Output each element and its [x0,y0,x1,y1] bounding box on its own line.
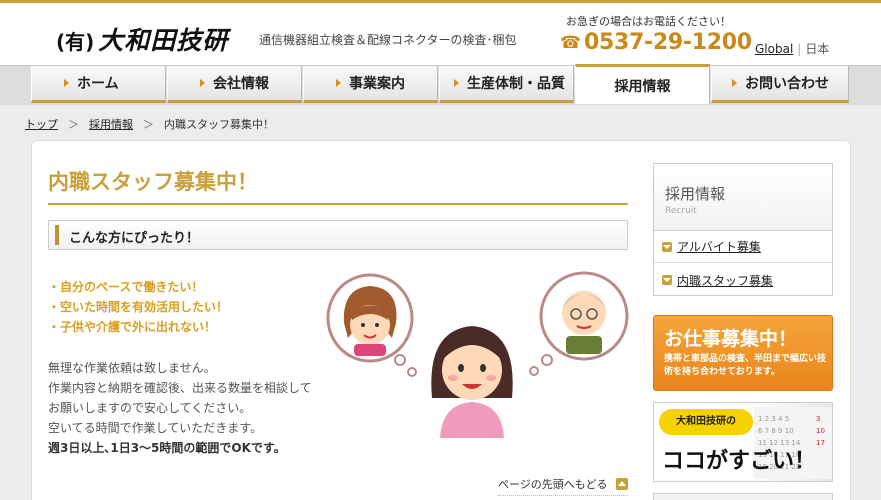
thought-bubble-elder [529,271,629,376]
heading-bar [55,225,59,245]
sidebar-banner-partial[interactable] [653,493,833,500]
description-emphasis: 週3日以上､1日3～5時間の範囲でOKです。 [48,441,286,455]
svg-text:6 7 8 9 10: 6 7 8 9 10 [758,427,794,435]
svg-text:10: 10 [816,427,825,435]
feature-item: ・空いた時間を有効活用したい！ [48,300,229,314]
nav-contact[interactable]: お問い合わせ [711,66,849,103]
site-logo[interactable]: (有) 大和田技研 [56,21,228,57]
nav-label: 生産体制・品質 [467,76,565,92]
title-divider [48,203,628,205]
call-prompt: お急ぎの場合はお電話ください！ [566,15,731,28]
global-nav: ホーム 会社情報 事業案内 生産体制・品質 採用情報 お問い合わせ [0,64,881,105]
lang-japan-link[interactable]: 日本 [805,42,829,56]
breadcrumb-recruit[interactable]: 採用情報 [89,118,133,131]
feature-list: ・自分のペースで働きたい！ ・空いた時間を有効活用したい！ ・子供や介護で外に出… [48,277,228,337]
page-top-label: ページの先頭へもどる [498,478,608,491]
sidebar-item-label: アルバイト募集 [677,240,761,254]
chevron-down-icon [662,275,672,285]
banner-badge: 大和田技研の [659,409,753,435]
staff-illustration [326,271,629,438]
page-top-link[interactable]: ページの先頭へもどる [498,476,628,496]
arrow-up-icon [615,478,628,490]
banner-heading: お仕事募集中！ [664,328,798,350]
banner-heading: ココがすごい！ [662,449,817,474]
description: 無理な作業依頼は致しません。 作業内容と納期を確認後、出来る数量を相談して お願… [48,358,328,458]
sidebar-recruit-menu: 採用情報 Recruit アルバイト募集 内職スタッフ募集 [653,163,833,296]
nav-label: 会社情報 [213,76,269,92]
nav-label: 採用情報 [614,78,671,95]
phone-number: 0537-29-1200 [584,30,752,55]
nav-production[interactable]: 生産体制・品質 [439,66,574,103]
sidebar-item-label: 内職スタッフ募集 [677,273,774,288]
feature-item: ・子供や介護で外に出れない！ [48,320,217,334]
arrow-icon [454,79,459,87]
sidebar-item-parttime[interactable]: アルバイト募集 [654,231,832,263]
thought-bubble-child [326,273,417,377]
phone-block[interactable]: ☎ 0537-29-1200 [560,30,752,55]
nav-business[interactable]: 事業案内 [303,66,438,103]
sidebar-title: 採用情報 [665,185,726,203]
sidebar-subtitle: Recruit [665,206,697,216]
nav-label: ホーム [77,76,119,92]
strengths-banner[interactable]: 1 2 3 4 5 6 7 8 9 10 11 12 13 14 15 16 1… [653,402,833,482]
sidebar-item-homework[interactable]: 内職スタッフ募集 [654,264,832,296]
site-header: (有) 大和田技研 通信機器組立検査＆配線コネクターの検査･梱包 お急ぎの場合は… [0,3,881,65]
description-line: 無理な作業依頼は致しません。 [48,361,216,375]
nav-home[interactable]: ホーム [31,66,166,103]
breadcrumb-separator: ＞ [68,118,79,131]
description-line: 作業内容と納期を確認後、出来る数量を相談して [48,381,312,395]
nav-label: お問い合わせ [745,76,829,92]
phone-icon: ☎ [560,32,582,53]
lang-global-link[interactable]: Global [755,42,793,56]
chevron-down-icon [662,241,672,252]
woman-figure [431,326,513,438]
breadcrumb-separator: ＞ [143,118,154,131]
section-heading-text: こんな方にぴったり！ [69,231,200,246]
sidebar-header: 採用情報 Recruit [654,164,832,231]
svg-text:17: 17 [816,439,825,447]
logo-paren: (有) [56,30,95,54]
nav-recruit[interactable]: 採用情報 [575,64,710,104]
arrow-icon [336,79,341,87]
arrow-icon [200,79,205,87]
svg-text:3: 3 [816,415,820,423]
breadcrumb: トップ ＞ 採用情報 ＞ 内職スタッフ募集中！ [25,116,274,132]
svg-text:1 2 3 4 5: 1 2 3 4 5 [758,415,789,423]
banner-text: 携帯と車部品の検査、半田まで幅広い技術を持ち合わせております。 [664,354,827,377]
arrow-icon [64,79,69,87]
description-line: お願いしますので安心してください。 [48,401,252,415]
arrow-icon [732,79,737,87]
breadcrumb-home[interactable]: トップ [25,118,58,131]
lang-separator: | [797,42,802,56]
description-line: 空いてる時間で作業していただきます。 [48,421,263,435]
language-switcher: Global | 日本 [755,40,829,57]
logo-name: 大和田技研 [98,26,229,55]
site-tagline: 通信機器組立検査＆配線コネクターの検査･梱包 [259,33,517,47]
nav-label: 事業案内 [349,76,405,92]
job-offer-banner[interactable]: お仕事募集中！ 携帯と車部品の検査、半田まで幅広い技術を持ち合わせております。 [653,315,833,391]
feature-item: ・自分のペースで働きたい！ [48,280,204,294]
section-heading: こんな方にぴったり！ [48,220,628,250]
nav-company[interactable]: 会社情報 [167,66,302,103]
page-title: 内職スタッフ募集中！ [48,170,258,194]
breadcrumb-current: 内職スタッフ募集中！ [164,118,274,131]
